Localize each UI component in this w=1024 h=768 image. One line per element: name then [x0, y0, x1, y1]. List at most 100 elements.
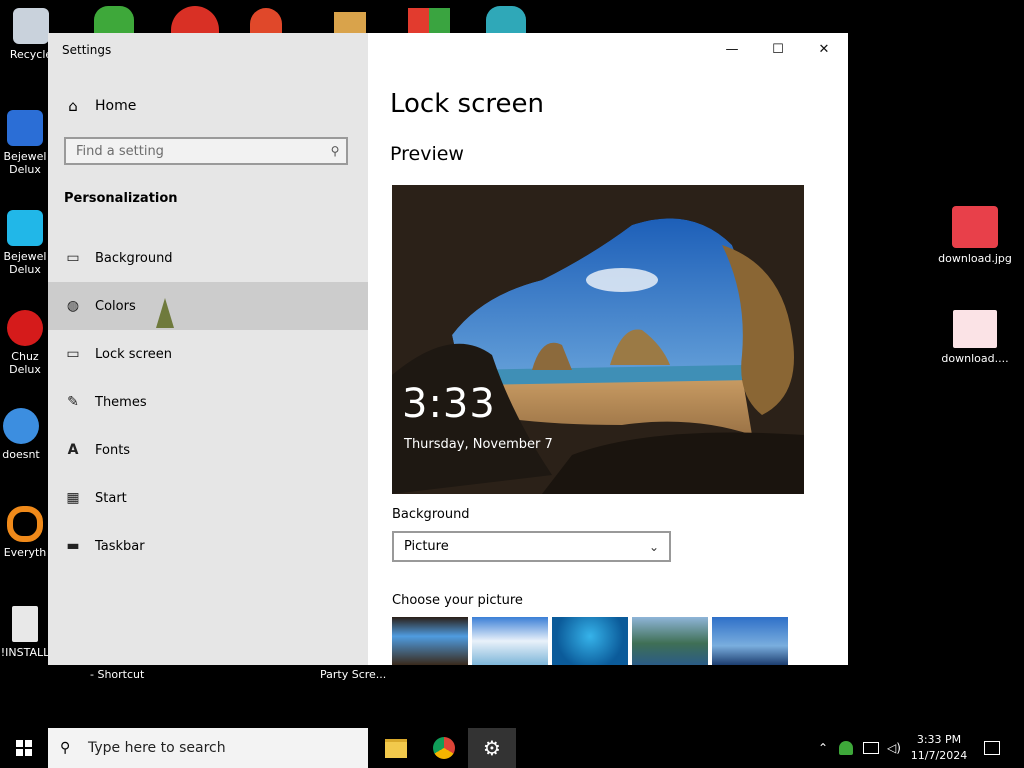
sidebar-item-themes[interactable]: ✎ Themes — [48, 378, 368, 426]
nav-home[interactable]: ⌂ Home — [48, 91, 368, 121]
chuzzle-icon — [7, 310, 43, 346]
speaker-icon: ◁) — [887, 741, 901, 755]
desktop-icon-top-4[interactable] — [334, 12, 366, 34]
background-dropdown[interactable]: Picture ⌄ — [392, 531, 671, 562]
chevron-up-icon: ⌃ — [817, 741, 829, 755]
image-icon: ▭ — [66, 250, 80, 266]
taskbar-icon: ▬ — [66, 538, 80, 554]
start-button[interactable] — [0, 728, 48, 768]
windows-logo-icon — [16, 740, 32, 756]
search-icon: ⚲ — [60, 740, 71, 756]
taskbar: ⚲ Type here to search ⚙ ⌃ ◁) 3:33 PM 11/… — [0, 728, 1024, 768]
sidebar-item-label: Taskbar — [95, 538, 145, 554]
find-setting-search[interactable]: Find a setting ⚲ — [64, 137, 348, 165]
people-icon — [839, 741, 853, 755]
chevron-down-icon: ⌄ — [648, 539, 660, 554]
notification-icon — [984, 741, 1000, 755]
mouse-cursor-icon — [156, 298, 174, 328]
desktop-icon-doesnt[interactable]: doesnt — [0, 408, 52, 461]
desktop-icon-label: - Shortcut — [90, 668, 145, 681]
themes-icon: ✎ — [67, 394, 79, 410]
action-center-button[interactable] — [978, 728, 1006, 768]
chrome-icon[interactable] — [171, 6, 219, 34]
tray-network[interactable] — [860, 728, 882, 768]
desktop-icon-label: Bejewel Delux — [3, 150, 47, 176]
network-icon — [863, 742, 879, 754]
picture-thumbnail[interactable] — [552, 617, 628, 665]
bejeweled-icon — [7, 110, 43, 146]
fonts-icon: A — [67, 442, 79, 458]
desktop-icon-label: Recycle — [9, 48, 53, 61]
desktop-icon-label: doesnt — [2, 448, 40, 461]
bejeweled-icon — [7, 210, 43, 246]
sidebar-item-lock-screen[interactable]: ▭ Lock screen — [48, 330, 368, 378]
lock-screen-preview: 3:33 Thursday, November 7 — [392, 185, 804, 494]
sidebar-item-background[interactable]: ▭ Background — [48, 234, 368, 282]
picture-thumbnail[interactable] — [712, 617, 788, 665]
taskbar-settings[interactable]: ⚙ — [468, 728, 516, 768]
sidebar-item-colors[interactable]: ◍ Colors — [48, 282, 368, 330]
sidebar-item-label: Lock screen — [95, 346, 172, 362]
lock-screen-icon: ▭ — [66, 346, 80, 362]
desktop-icon-download-jpg[interactable]: download.jpg — [936, 206, 1014, 265]
desktop-icon-label: Chuz Delux — [9, 350, 41, 376]
recycle-bin-icon — [13, 8, 49, 44]
tray-volume[interactable]: ◁) — [884, 728, 904, 768]
taskbar-search[interactable]: ⚲ Type here to search — [48, 728, 368, 768]
maximize-button[interactable]: ☐ — [755, 33, 801, 65]
search-icon[interactable]: ⚲ — [324, 144, 346, 158]
close-button[interactable]: ✕ — [801, 33, 847, 65]
window-title: Settings — [62, 43, 112, 57]
taskbar-clock[interactable]: 3:33 PM 11/7/2024 — [906, 732, 972, 764]
magnifier-icon — [7, 506, 43, 542]
desktop-icon-top-1[interactable] — [94, 6, 134, 34]
sidebar-item-fonts[interactable]: A Fonts — [48, 426, 368, 474]
desktop-icon-label: Party Scre... — [320, 668, 387, 681]
desktop-icon-label: !INSTALL — [0, 646, 50, 659]
start-icon: ▦ — [66, 490, 80, 506]
text-file-icon — [12, 606, 38, 642]
taskbar-chrome[interactable] — [420, 728, 468, 768]
clock-date: 11/7/2024 — [910, 749, 968, 762]
sidebar-item-start[interactable]: ▦ Start — [48, 474, 368, 522]
nav-home-label: Home — [95, 98, 137, 114]
picture-thumbnail[interactable] — [392, 617, 468, 665]
desktop-icon-label: download.... — [941, 352, 1009, 365]
preview-heading: Preview — [390, 143, 464, 165]
show-hidden-icons-button[interactable]: ⌃ — [814, 728, 832, 768]
section-heading: Personalization — [64, 191, 178, 206]
settings-sidebar: Settings ⌂ Home Find a setting ⚲ Persona… — [48, 33, 368, 665]
preview-time: 3:33 — [402, 381, 496, 427]
home-icon: ⌂ — [68, 97, 78, 115]
image-file-icon — [952, 206, 998, 248]
palette-icon: ◍ — [66, 298, 80, 314]
choose-picture-label: Choose your picture — [392, 593, 523, 608]
preview-date: Thursday, November 7 — [404, 437, 553, 452]
clock-time: 3:33 PM — [916, 733, 962, 746]
taskbar-search-input[interactable]: Type here to search — [88, 740, 226, 756]
desktop-icon-label: download.jpg — [938, 252, 1012, 265]
sidebar-item-label: Colors — [95, 298, 136, 314]
desktop-icon-top-6[interactable] — [486, 6, 526, 34]
desktop-icon-top-5[interactable] — [408, 8, 450, 34]
chrome-icon — [433, 737, 455, 759]
settings-window: Settings ⌂ Home Find a setting ⚲ Persona… — [48, 33, 848, 665]
sidebar-item-label: Fonts — [95, 442, 131, 458]
image-file-icon — [953, 310, 997, 348]
picture-thumbnail[interactable] — [632, 617, 708, 665]
background-label: Background — [392, 507, 470, 522]
picture-thumbnail[interactable] — [472, 617, 548, 665]
desktop-icon-top-3[interactable] — [250, 8, 282, 34]
page-title: Lock screen — [390, 89, 544, 119]
taskbar-file-explorer[interactable] — [372, 728, 420, 768]
desktop-icon-label: Bejewel Delux — [3, 250, 47, 276]
minimize-button[interactable]: — — [709, 33, 755, 65]
background-dropdown-value: Picture — [404, 539, 449, 554]
sidebar-item-label: Background — [95, 250, 173, 266]
desktop-icon-download-2[interactable]: download.... — [936, 310, 1014, 365]
search-input[interactable]: Find a setting — [66, 144, 324, 159]
shortcut-icon — [3, 408, 39, 444]
sidebar-item-taskbar[interactable]: ▬ Taskbar — [48, 522, 368, 570]
sidebar-item-label: Start — [95, 490, 127, 506]
tray-people[interactable] — [836, 728, 856, 768]
